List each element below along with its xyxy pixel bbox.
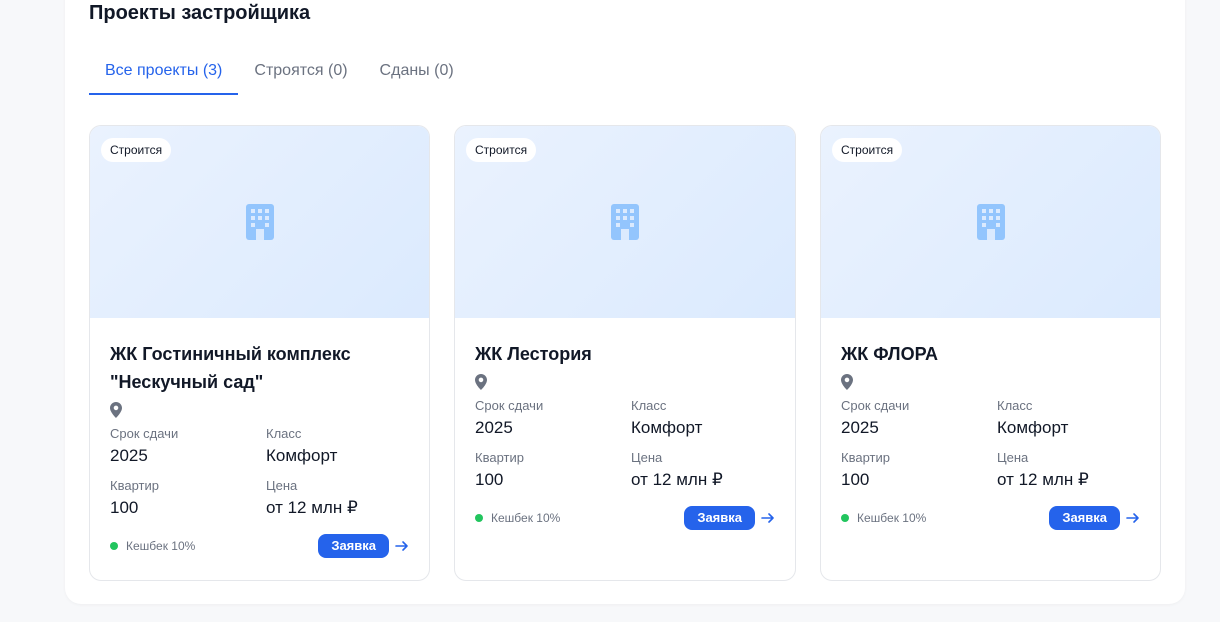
building-icon: [977, 204, 1005, 240]
price-label: Цена: [631, 450, 663, 465]
project-cover: Строится: [90, 126, 429, 318]
project-name[interactable]: ЖК Гостиничный комплекс "Нескучный сад": [110, 340, 409, 396]
project-cards: Строится ЖК Гостиничный комплекс "Нескуч…: [89, 125, 1161, 581]
cashback-dot: [110, 542, 118, 550]
cashback-text: Кешбек 10%: [857, 511, 927, 525]
project-name[interactable]: ЖК Лестория: [475, 340, 775, 368]
cashback-dot: [841, 514, 849, 522]
project-cover: Строится: [821, 126, 1160, 318]
flats-value: 100: [110, 498, 139, 517]
flats-label: Квартир: [110, 478, 159, 493]
map-pin-icon[interactable]: [841, 374, 853, 390]
price-value: от 12 млн ₽: [997, 470, 1089, 489]
deadline-value: 2025: [110, 446, 148, 465]
cashback-dot: [475, 514, 483, 522]
deadline-value: 2025: [475, 418, 513, 437]
project-tabs: Все проекты (3) Строятся (0) Сданы (0): [89, 56, 470, 95]
status-badge: Строится: [101, 138, 172, 162]
apply-button[interactable]: Заявка: [318, 534, 389, 558]
price-value: от 12 млн ₽: [631, 470, 723, 489]
project-card[interactable]: Строится ЖК Гостиничный комплекс "Нескуч…: [89, 125, 430, 581]
deadline-label: Срок сдачи: [841, 398, 910, 413]
cashback-info: Кешбек 10%: [110, 539, 195, 553]
flats-label: Квартир: [475, 450, 524, 465]
price-label: Цена: [266, 478, 298, 493]
tab-all-projects[interactable]: Все проекты (3): [89, 56, 239, 95]
section-title: Проекты застройщика: [89, 2, 311, 24]
flats-value: 100: [841, 470, 870, 489]
apply-button[interactable]: Заявка: [684, 506, 755, 530]
arrow-right-icon[interactable]: [395, 539, 409, 553]
tab-under-construction[interactable]: Строятся (0): [238, 56, 363, 93]
project-card[interactable]: Строится ЖК Лестория Срок сдачи 2025 Клас…: [454, 125, 796, 581]
project-cover: Строится: [455, 126, 795, 318]
flats-label: Квартир: [841, 450, 890, 465]
building-icon: [611, 204, 639, 240]
project-name[interactable]: ЖК ФЛОРА: [841, 340, 1140, 368]
arrow-right-icon[interactable]: [1126, 511, 1140, 525]
deadline-label: Срок сдачи: [475, 398, 544, 413]
class-value: Комфорт: [266, 446, 338, 465]
status-badge: Строится: [466, 138, 537, 162]
map-pin-icon[interactable]: [475, 374, 487, 390]
cashback-text: Кешбек 10%: [126, 539, 196, 553]
class-label: Класс: [631, 398, 667, 413]
price-value: от 12 млн ₽: [266, 498, 358, 517]
deadline-value: 2025: [841, 418, 879, 437]
class-label: Класс: [266, 426, 302, 441]
arrow-right-icon[interactable]: [761, 511, 775, 525]
flats-value: 100: [475, 470, 504, 489]
class-value: Комфорт: [631, 418, 703, 437]
apply-button[interactable]: Заявка: [1049, 506, 1120, 530]
deadline-label: Срок сдачи: [110, 426, 179, 441]
cashback-text: Кешбек 10%: [491, 511, 561, 525]
price-label: Цена: [997, 450, 1029, 465]
class-label: Класс: [997, 398, 1033, 413]
cashback-info: Кешбек 10%: [841, 511, 926, 525]
class-value: Комфорт: [997, 418, 1069, 437]
tab-completed[interactable]: Сданы (0): [364, 56, 470, 93]
project-card[interactable]: Строится ЖК ФЛОРА Срок сдачи 2025 Класс Ко…: [820, 125, 1161, 581]
building-icon: [246, 204, 274, 240]
status-badge: Строится: [832, 138, 903, 162]
map-pin-icon[interactable]: [110, 402, 122, 418]
cashback-info: Кешбек 10%: [475, 511, 560, 525]
